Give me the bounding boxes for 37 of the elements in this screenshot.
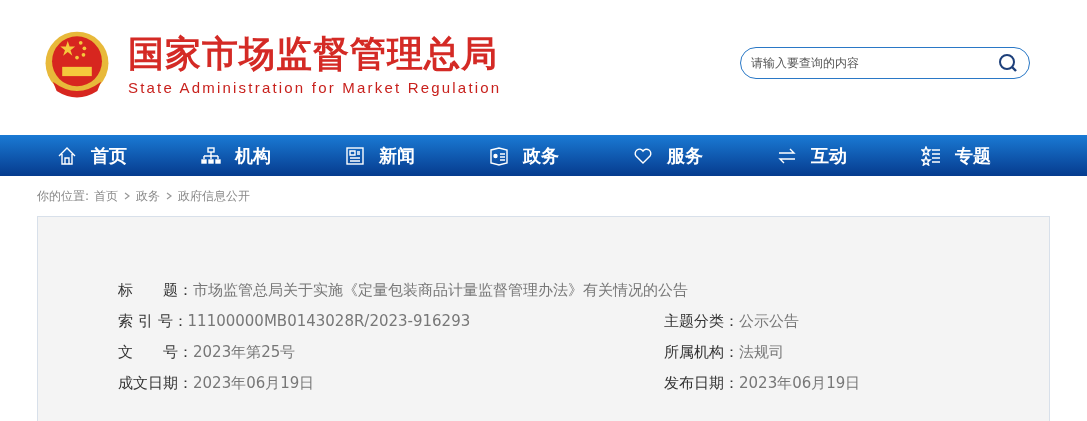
nav-item[interactable]: 机构 xyxy=(201,143,345,168)
chevron-icon xyxy=(165,192,174,200)
field-value: 11100000MB0143028R/2023-916293 xyxy=(187,312,471,330)
chevron-icon xyxy=(123,192,132,200)
field-label: 文 号： xyxy=(118,343,193,361)
breadcrumb-link[interactable]: 首页 xyxy=(94,187,119,205)
field-value: 2023年06月19日 xyxy=(193,374,315,392)
site-subtitle: State Administration for Market Regulation xyxy=(128,79,502,96)
search-icon[interactable] xyxy=(998,52,1018,73)
nav-item[interactable]: 首页 xyxy=(57,143,201,168)
field-value: 市场监管总局关于实施《定量包装商品计量监督管理办法》有关情况的公告 xyxy=(193,281,688,299)
nav-item[interactable]: 专题 xyxy=(921,143,1065,168)
breadcrumb-link[interactable]: 政务 xyxy=(136,187,161,205)
nav-item[interactable]: 服务 xyxy=(633,143,777,168)
site-title: 国家市场监督管理总局 xyxy=(128,33,499,75)
breadcrumb-link[interactable]: 政府信息公开 xyxy=(178,187,251,205)
field-value: 公示公告 xyxy=(739,312,799,330)
org-icon xyxy=(201,145,221,166)
search-field[interactable]: 请输入要查询的内容 xyxy=(740,46,1030,79)
field-value: 法规司 xyxy=(739,343,784,361)
list-icon xyxy=(921,145,941,166)
field-label: 成文日期： xyxy=(118,374,193,392)
nav-item[interactable]: 互动 xyxy=(777,143,921,168)
field-value: 2023年06月19日 xyxy=(739,374,861,392)
breadcrumb-label: 你的位置: xyxy=(37,187,90,205)
field-value: 2023年第25号 xyxy=(193,343,296,361)
field-label: 所属机构： xyxy=(664,343,739,361)
shield-icon xyxy=(489,145,509,166)
field-label: 发布日期： xyxy=(664,374,739,392)
nav-item[interactable]: 新闻 xyxy=(345,143,489,168)
field-label: 主题分类： xyxy=(664,312,739,330)
home-icon xyxy=(57,145,77,166)
heart-icon xyxy=(633,145,653,166)
news-icon xyxy=(345,145,365,166)
nav-item[interactable]: 政务 xyxy=(489,143,633,168)
field-label: 索 引 号： xyxy=(118,312,188,330)
field-label: 标 题： xyxy=(118,281,193,299)
